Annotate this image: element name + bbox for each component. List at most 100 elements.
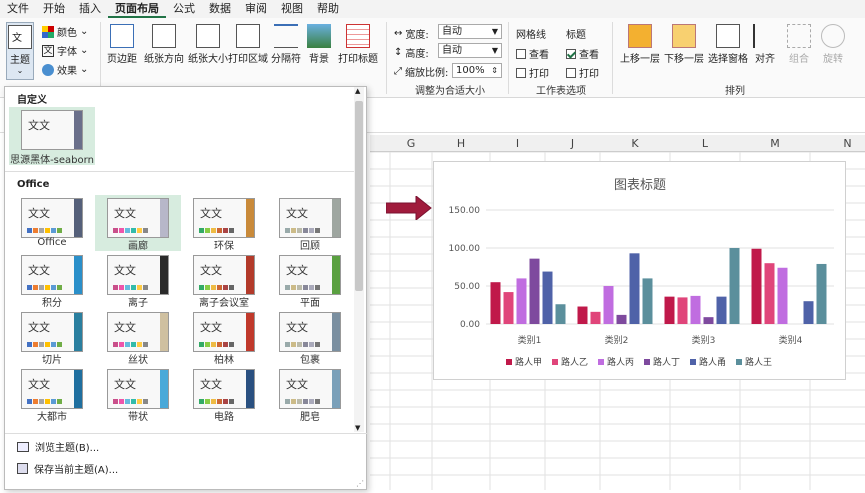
- legend-swatch: [736, 359, 742, 365]
- orientation-icon: [152, 24, 176, 48]
- group-label-sheet: 工作表选项: [536, 86, 586, 97]
- chart-title: 图表标题: [614, 178, 666, 193]
- scroll-up-icon[interactable]: ▲: [355, 87, 360, 95]
- theme-item[interactable]: 文文 积分: [9, 252, 95, 309]
- theme-item[interactable]: 文文 切片: [9, 309, 95, 366]
- theme-button[interactable]: 文 主题 ⌄: [6, 22, 34, 80]
- print-titles-button[interactable]: 打印标题: [336, 24, 380, 65]
- bar: [490, 282, 501, 324]
- menu-5[interactable]: 数据: [202, 0, 238, 18]
- theme-item[interactable]: 文文 肥皂: [267, 366, 353, 423]
- rotate-button[interactable]: 旋转: [818, 24, 848, 65]
- breaks-button[interactable]: 分隔符: [268, 24, 304, 65]
- theme-item[interactable]: 文文 带状: [95, 366, 181, 423]
- legend-swatch: [552, 359, 558, 365]
- orientation-button[interactable]: 纸张方向: [142, 24, 186, 65]
- y-tick-label: 100.00: [449, 244, 481, 254]
- bar: [803, 301, 814, 324]
- menu-4[interactable]: 公式: [166, 0, 202, 18]
- bar: [555, 304, 566, 324]
- theme-item[interactable]: 文文 丝状: [95, 309, 181, 366]
- folder-icon: [17, 441, 29, 452]
- arrow-shape[interactable]: [386, 196, 432, 220]
- office-section-heading: Office: [17, 179, 50, 190]
- menu-3[interactable]: 页面布局: [108, 0, 166, 18]
- menu-8[interactable]: 帮助: [310, 0, 346, 18]
- background-button[interactable]: 背景: [304, 24, 334, 65]
- gallery-scrollbar[interactable]: ▲ ▼: [354, 87, 364, 432]
- group-button[interactable]: 组合: [784, 24, 814, 65]
- theme-item[interactable]: 文文 Office: [9, 195, 95, 251]
- group-icon: [787, 24, 811, 48]
- headings-view-checkbox[interactable]: 查看: [566, 46, 599, 61]
- gridlines-print-checkbox[interactable]: 打印: [516, 65, 549, 80]
- gridlines-view-checkbox[interactable]: 查看: [516, 46, 549, 61]
- selection-pane-button[interactable]: 选择窗格: [706, 24, 750, 65]
- resize-grip-icon[interactable]: ⋰: [356, 479, 364, 488]
- align-button[interactable]: 对齐: [750, 24, 780, 65]
- headings-print-checkbox[interactable]: 打印: [566, 65, 599, 80]
- divider: [5, 171, 355, 172]
- theme-thumbnail: 文文: [193, 369, 255, 409]
- menu-0[interactable]: 文件: [0, 0, 36, 18]
- send-backward-button[interactable]: 下移一层: [662, 24, 706, 65]
- menu-6[interactable]: 审阅: [238, 0, 274, 18]
- bar: [577, 306, 588, 324]
- column-header[interactable]: L: [670, 135, 740, 152]
- bar-chart[interactable]: 图表标题 0.00 50.00 100.00 150.00 类别1 类别2 类别3 类别4 路人甲…: [433, 161, 846, 380]
- theme-item[interactable]: 文文 电路: [181, 366, 267, 423]
- column-header[interactable]: J: [545, 135, 600, 152]
- bar: [816, 263, 827, 324]
- bar: [677, 297, 688, 324]
- effects-button[interactable]: 效果 ⌄: [42, 62, 88, 77]
- menu-2[interactable]: 插入: [72, 0, 108, 18]
- divider: [612, 22, 613, 94]
- send-backward-icon: [672, 24, 696, 48]
- fonts-button[interactable]: 文字体 ⌄: [42, 43, 88, 58]
- column-header[interactable]: M: [740, 135, 810, 152]
- bar: [590, 311, 601, 324]
- width-select[interactable]: 自动 ▼: [438, 24, 502, 39]
- theme-item[interactable]: 文文 画廊: [95, 195, 181, 252]
- theme-thumbnail: 文文: [193, 198, 255, 238]
- theme-item[interactable]: 文文 离子会议室: [181, 252, 267, 309]
- scale-input[interactable]: 100% ⇕: [452, 63, 502, 78]
- column-header[interactable]: I: [490, 135, 545, 152]
- column-header[interactable]: H: [432, 135, 490, 152]
- theme-item[interactable]: 文文 环保: [181, 195, 267, 252]
- save-theme-item[interactable]: 保存当前主题(A)...: [17, 461, 118, 476]
- bring-forward-button[interactable]: 上移一层: [618, 24, 662, 65]
- bar: [603, 286, 614, 324]
- bar: [777, 267, 788, 324]
- theme-item[interactable]: 文文 包裹: [267, 309, 353, 366]
- size-button[interactable]: 纸张大小: [186, 24, 230, 65]
- theme-thumbnail: 文文: [21, 110, 83, 150]
- theme-item[interactable]: 文文 柏林: [181, 309, 267, 366]
- theme-thumbnail: 文文: [193, 312, 255, 352]
- palette-icon: [42, 25, 54, 38]
- chart-canvas: 图表标题 0.00 50.00 100.00 150.00 类别1 类别2 类别3 类别4 路人甲…: [449, 178, 834, 368]
- column-header[interactable]: N: [810, 135, 865, 152]
- column-header[interactable]: K: [600, 135, 670, 152]
- margins-button[interactable]: 页边距: [104, 24, 140, 65]
- scrollbar-thumb[interactable]: [355, 101, 363, 291]
- bar: [629, 253, 640, 324]
- theme-thumbnail: 文文: [107, 255, 169, 295]
- scale-icon: ⤢: [394, 66, 402, 77]
- theme-item[interactable]: 文文 平面: [267, 252, 353, 309]
- theme-item[interactable]: 文文 大都市: [9, 366, 95, 423]
- bar: [616, 314, 627, 324]
- scroll-down-icon[interactable]: ▼: [355, 424, 360, 432]
- column-header[interactable]: G: [390, 135, 432, 152]
- colors-button[interactable]: 颜色 ⌄: [42, 24, 88, 39]
- menu-7[interactable]: 视图: [274, 0, 310, 18]
- legend-swatch: [506, 359, 512, 365]
- print-area-button[interactable]: 打印区域: [228, 24, 268, 65]
- spinner-icon: ⇕: [491, 66, 498, 75]
- browse-themes-item[interactable]: 浏览主题(B)...: [17, 439, 99, 454]
- height-select[interactable]: 自动 ▼: [438, 43, 502, 58]
- menu-1[interactable]: 开始: [36, 0, 72, 18]
- custom-theme-item[interactable]: 文文 思源黑体-seaborn: [9, 107, 95, 166]
- theme-item[interactable]: 文文 回顾: [267, 195, 353, 252]
- theme-item[interactable]: 文文 离子: [95, 252, 181, 309]
